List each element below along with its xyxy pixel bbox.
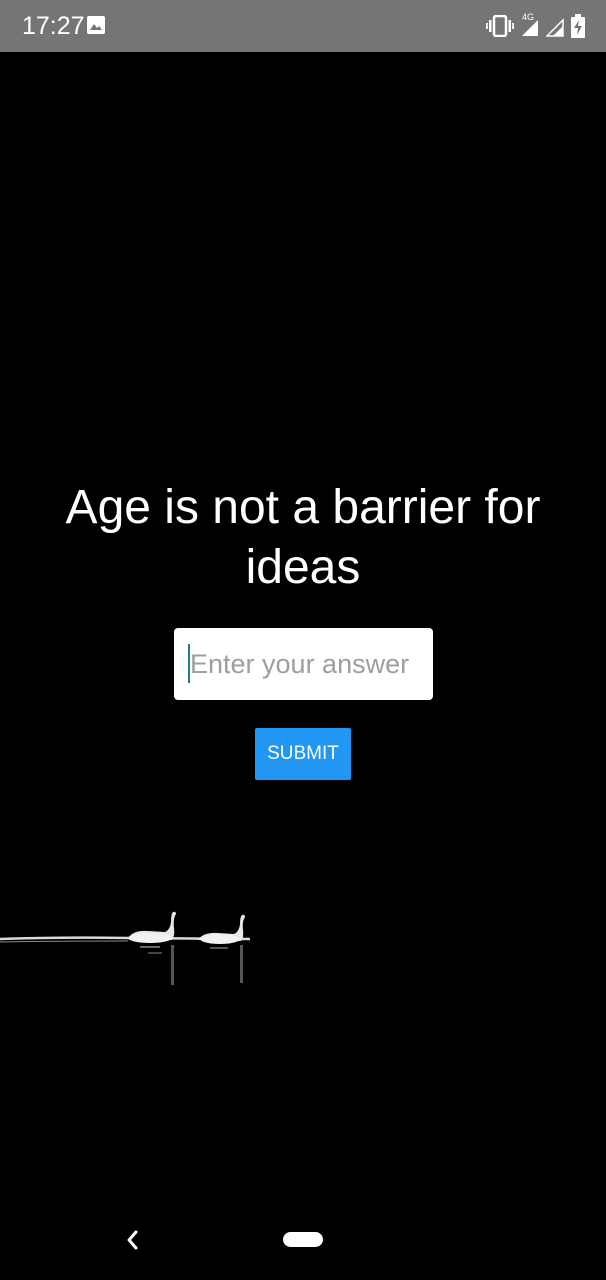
signal-icon: 4G <box>520 12 540 38</box>
vibrate-icon <box>486 15 514 37</box>
status-bar: 17:27 4G <box>0 0 606 52</box>
app-screen: 17:27 4G Age is not a barrier for ideas … <box>0 0 606 1280</box>
home-pill-icon[interactable] <box>283 1232 323 1247</box>
back-icon[interactable] <box>120 1226 146 1254</box>
answer-field[interactable] <box>174 628 433 700</box>
image-icon <box>87 16 105 34</box>
text-cursor <box>188 644 190 683</box>
signal-icon <box>546 15 564 37</box>
quote-headline: Age is not a barrier for ideas <box>65 481 541 594</box>
swans-photo <box>0 900 270 1000</box>
battery-charging-icon <box>570 14 586 38</box>
status-time: 17:27 <box>22 12 85 40</box>
submit-button[interactable]: SUBMIT <box>255 728 351 780</box>
status-icons: 4G <box>486 12 586 39</box>
answer-input[interactable] <box>188 642 426 686</box>
